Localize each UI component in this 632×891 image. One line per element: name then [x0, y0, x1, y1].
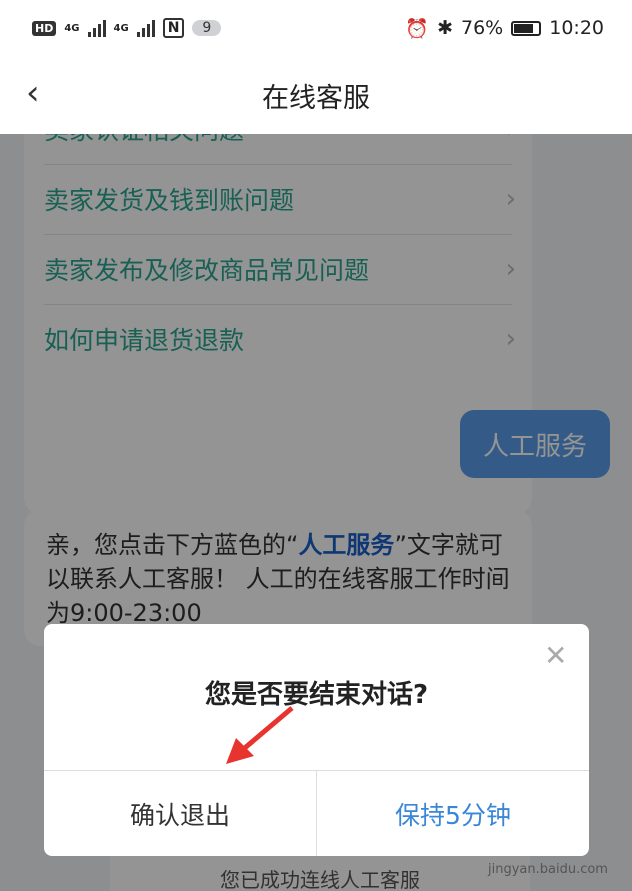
arrow-shaft: [238, 706, 294, 754]
baidu-watermark: Baidu经验: [478, 826, 583, 850]
annotation-arrow-icon: [226, 706, 294, 764]
watermark-url: jingyan.baidu.com: [488, 862, 608, 877]
